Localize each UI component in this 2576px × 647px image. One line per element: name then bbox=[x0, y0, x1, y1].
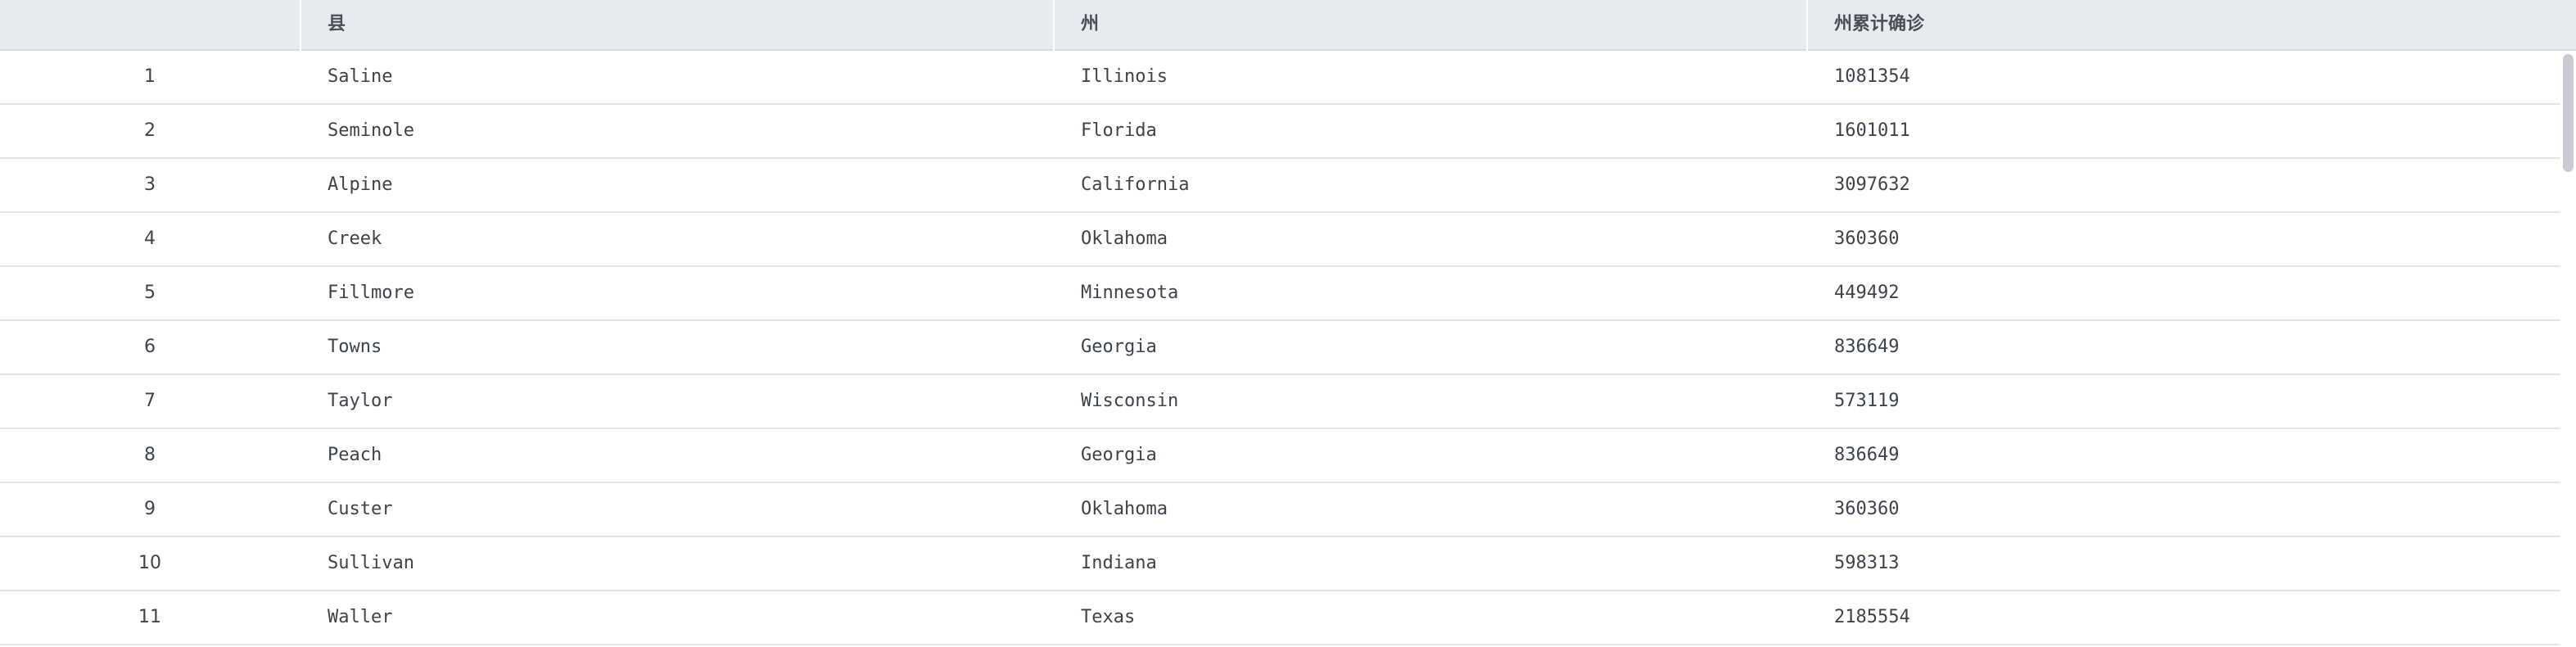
vertical-scrollbar[interactable] bbox=[2560, 51, 2576, 647]
state-cell[interactable]: California bbox=[1081, 159, 1189, 211]
row-index: 4 bbox=[144, 228, 156, 249]
row-index: 2 bbox=[144, 120, 156, 141]
county-cell[interactable]: Seminole bbox=[328, 105, 414, 157]
state-cell[interactable]: Indiana bbox=[1081, 537, 1157, 590]
data-table: 县 州 州累计确诊 1 Saline Illinois 1081354 2 Se… bbox=[0, 0, 2576, 647]
cases-cell[interactable]: 2185554 bbox=[1834, 591, 1910, 644]
cases-cell[interactable]: 573119 bbox=[1834, 375, 1899, 428]
state-cell[interactable]: Oklahoma bbox=[1081, 213, 1168, 265]
state-cell[interactable]: Wisconsin bbox=[1081, 375, 1178, 428]
table-row[interactable]: 9 Custer Oklahoma 360360 bbox=[0, 483, 2560, 537]
row-index: 10 bbox=[138, 553, 161, 573]
row-index: 7 bbox=[144, 391, 156, 411]
county-cell[interactable]: Sullivan bbox=[328, 537, 414, 590]
table-header: 县 州 州累计确诊 bbox=[0, 0, 2576, 51]
county-cell[interactable]: Custer bbox=[328, 483, 392, 536]
state-cell[interactable]: Oklahoma bbox=[1081, 483, 1168, 536]
cases-cell[interactable]: 3097632 bbox=[1834, 159, 1910, 211]
county-cell[interactable]: Taylor bbox=[328, 375, 392, 428]
table-row[interactable]: 11 Waller Texas 2185554 bbox=[0, 591, 2560, 645]
county-cell[interactable]: Creek bbox=[328, 213, 382, 265]
row-index: 8 bbox=[144, 445, 156, 465]
state-cell[interactable]: Georgia bbox=[1081, 429, 1157, 482]
scrollbar-thumb[interactable] bbox=[2563, 54, 2574, 172]
cases-cell[interactable]: 836649 bbox=[1834, 429, 1899, 482]
county-cell[interactable]: Peach bbox=[328, 429, 382, 482]
row-index: 9 bbox=[144, 499, 156, 519]
cases-cell[interactable]: 360360 bbox=[1834, 213, 1899, 265]
header-index[interactable] bbox=[0, 0, 300, 51]
row-index: 1 bbox=[144, 66, 156, 87]
state-cell[interactable]: Georgia bbox=[1081, 321, 1157, 373]
county-cell[interactable]: Alpine bbox=[328, 159, 392, 211]
table-row[interactable]: 5 Fillmore Minnesota 449492 bbox=[0, 267, 2560, 321]
table-row[interactable]: 8 Peach Georgia 836649 bbox=[0, 429, 2560, 483]
table-row[interactable]: 2 Seminole Florida 1601011 bbox=[0, 105, 2560, 159]
header-state[interactable]: 州 bbox=[1081, 0, 1099, 51]
column-divider[interactable] bbox=[1806, 0, 1808, 51]
county-cell[interactable]: Fillmore bbox=[328, 267, 414, 319]
row-index: 5 bbox=[144, 283, 156, 303]
table-row[interactable]: 1 Saline Illinois 1081354 bbox=[0, 51, 2560, 105]
state-cell[interactable]: Illinois bbox=[1081, 51, 1168, 103]
county-cell[interactable]: Waller bbox=[328, 591, 392, 644]
header-county[interactable]: 县 bbox=[328, 0, 346, 51]
county-cell[interactable]: Towns bbox=[328, 321, 382, 373]
column-divider[interactable] bbox=[300, 0, 301, 51]
table-row[interactable]: 3 Alpine California 3097632 bbox=[0, 159, 2560, 213]
cases-cell[interactable]: 836649 bbox=[1834, 321, 1899, 373]
county-cell[interactable]: Saline bbox=[328, 51, 392, 103]
row-index: 6 bbox=[144, 337, 156, 357]
state-cell[interactable]: Minnesota bbox=[1081, 267, 1178, 319]
cases-cell[interactable]: 1081354 bbox=[1834, 51, 1910, 103]
table-row[interactable]: 10 Sullivan Indiana 598313 bbox=[0, 537, 2560, 591]
cases-cell[interactable]: 360360 bbox=[1834, 483, 1899, 536]
row-index: 3 bbox=[144, 174, 156, 195]
table-body: 1 Saline Illinois 1081354 2 Seminole Flo… bbox=[0, 51, 2560, 645]
row-index: 11 bbox=[138, 607, 161, 627]
header-state-cumulative-cases[interactable]: 州累计确诊 bbox=[1834, 0, 1924, 51]
state-cell[interactable]: Florida bbox=[1081, 105, 1157, 157]
table-row[interactable]: 7 Taylor Wisconsin 573119 bbox=[0, 375, 2560, 429]
cases-cell[interactable]: 449492 bbox=[1834, 267, 1899, 319]
table-row[interactable]: 4 Creek Oklahoma 360360 bbox=[0, 213, 2560, 267]
cases-cell[interactable]: 1601011 bbox=[1834, 105, 1910, 157]
table-row[interactable]: 6 Towns Georgia 836649 bbox=[0, 321, 2560, 375]
state-cell[interactable]: Texas bbox=[1081, 591, 1135, 644]
column-divider[interactable] bbox=[1053, 0, 1055, 51]
cases-cell[interactable]: 598313 bbox=[1834, 537, 1899, 590]
